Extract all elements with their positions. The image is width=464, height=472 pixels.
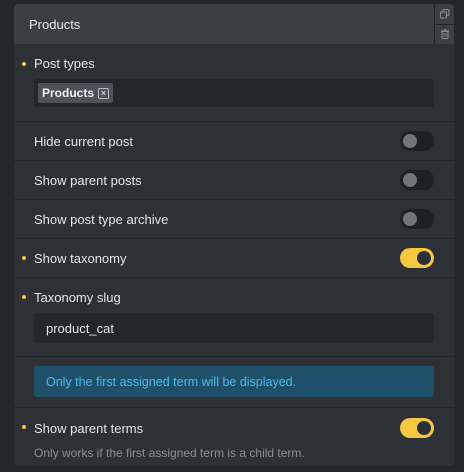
show-post-type-archive-label: Show post type archive	[34, 211, 169, 227]
show-parent-terms-label: Show parent terms	[34, 420, 144, 436]
set-indicator-dot	[22, 295, 26, 299]
toggle-knob	[403, 212, 417, 226]
taxonomy-slug-row: Taxonomy slug product_cat	[14, 277, 454, 356]
toggle-knob	[403, 173, 417, 187]
delete-button[interactable]	[435, 23, 454, 44]
show-post-type-archive-row: Show post type archive	[14, 199, 454, 238]
show-taxonomy-toggle[interactable]	[400, 248, 434, 268]
post-type-tag-label: Products	[42, 86, 95, 100]
show-parent-posts-label: Show parent posts	[34, 172, 142, 188]
set-indicator-dot	[22, 425, 26, 429]
show-taxonomy-label: Show taxonomy	[34, 250, 127, 266]
show-parent-terms-helper: Only works if the first assigned term is…	[34, 446, 305, 460]
show-parent-terms-row: Show parent terms Only works if the firs…	[14, 407, 454, 466]
hide-current-post-label: Hide current post	[34, 133, 133, 149]
show-parent-terms-toggle[interactable]	[400, 418, 434, 438]
post-types-row: Post types Products ×	[14, 44, 454, 121]
show-parent-posts-toggle[interactable]	[400, 170, 434, 190]
post-types-label: Post types	[34, 56, 95, 71]
hide-current-post-toggle[interactable]	[400, 131, 434, 151]
duplicate-icon	[439, 8, 449, 19]
remove-tag-icon[interactable]: ×	[98, 87, 110, 99]
panel-header: Products	[14, 4, 454, 44]
taxonomy-slug-input[interactable]: product_cat	[34, 313, 434, 343]
set-indicator-dot	[22, 62, 26, 66]
info-notice: Only the first assigned term will be dis…	[34, 366, 434, 397]
post-types-select[interactable]: Products ×	[34, 79, 434, 107]
toggle-knob	[417, 421, 431, 435]
show-parent-terms-line: Show parent terms	[34, 418, 434, 438]
show-post-type-archive-toggle[interactable]	[400, 209, 434, 229]
trash-icon	[440, 29, 449, 40]
notice-row: Only the first assigned term will be dis…	[14, 356, 454, 407]
show-taxonomy-row: Show taxonomy	[14, 238, 454, 277]
panel-title: Products	[29, 16, 81, 32]
toggle-knob	[403, 134, 417, 148]
post-type-tag: Products ×	[38, 83, 114, 103]
show-parent-posts-row: Show parent posts	[14, 160, 454, 199]
taxonomy-slug-label: Taxonomy slug	[34, 290, 121, 305]
set-indicator-dot	[22, 256, 26, 260]
duplicate-button[interactable]	[435, 4, 454, 24]
toggle-knob	[417, 251, 431, 265]
panel-actions	[434, 4, 454, 44]
products-panel: Products Post types Products × Hide curr…	[14, 4, 454, 466]
hide-current-post-row: Hide current post	[14, 121, 454, 160]
